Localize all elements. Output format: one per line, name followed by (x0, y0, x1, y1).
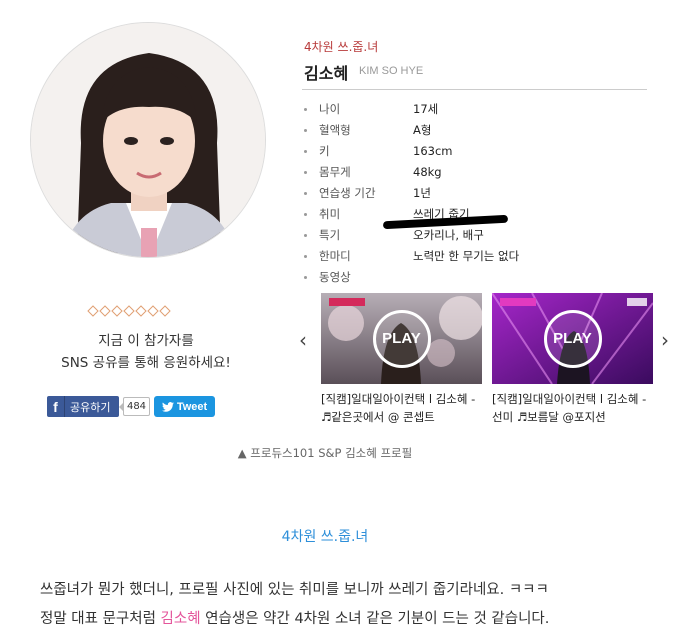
info-value: 48kg (413, 165, 442, 179)
info-value: 163cm (413, 144, 453, 158)
info-row-age: 나이 17세 (304, 99, 438, 119)
info-label: 특기 (319, 228, 341, 242)
carousel-prev-arrow[interactable]: ‹ (299, 328, 307, 352)
article-heading: 4차원 쓰.줍.녀 (281, 529, 369, 545)
profile-name: 김소혜 (304, 64, 349, 83)
info-label: 한마디 (319, 249, 351, 263)
info-label: 동영상 (319, 270, 351, 284)
tweet-label: Tweet (176, 400, 208, 413)
decorative-divider (87, 305, 171, 317)
info-value: 17세 (413, 102, 439, 116)
play-button[interactable]: PLAY (543, 309, 602, 368)
article-line-1: 쓰줍녀가 뭔가 했더니, 프로필 사진에 있는 취미를 보니까 쓰레기 줍기라네… (40, 582, 549, 598)
facebook-share-label: 공유하기 (70, 400, 111, 414)
video-thumbnail-1[interactable]: PLAY (321, 293, 482, 384)
article-line-2: 정말 대표 문구처럼 김소혜 연습생은 약간 4차원 소녀 같은 기분이 드는 … (40, 607, 549, 628)
twitter-bird-icon (161, 401, 174, 412)
facebook-share-button[interactable]: f 공유하기 (47, 396, 119, 417)
profile-divider (302, 89, 647, 90)
info-row-weight: 몸무게 48kg (304, 162, 442, 182)
share-prompt-line2: SNS 공유를 통해 응원하세요! (61, 355, 231, 371)
info-row-video: 동영상 (304, 267, 413, 287)
profile-subtitle: 4차원 쓰.줍.녀 (304, 40, 379, 54)
video-title-2[interactable]: [직캠]일대일아이컨택 l 김소혜 - 선미 ♬보름달 @포지션 (492, 390, 652, 426)
info-value: 1년 (413, 186, 431, 200)
info-label: 키 (319, 144, 330, 158)
share-prompt-line1: 지금 이 참가자를 (98, 333, 194, 349)
video-title-1[interactable]: [직캠]일대일아이컨택 l 김소혜 - ♬같은곳에서 @ 콘셉트 (321, 390, 481, 426)
video-thumbnail-2[interactable]: PLAY (492, 293, 653, 384)
profile-name-english: KIM SO HYE (359, 65, 424, 77)
profile-photo (30, 22, 266, 258)
bullet (304, 212, 307, 216)
info-label: 연습생 기간 (319, 186, 376, 200)
info-label: 혈액형 (319, 123, 351, 137)
highlighted-name: 김소혜 (160, 611, 201, 627)
carousel-next-arrow[interactable]: › (661, 328, 669, 352)
info-row-trainee-period: 연습생 기간 1년 (304, 183, 431, 203)
info-label: 몸무게 (319, 165, 351, 179)
article-text: 연습생은 약간 4차원 소녀 같은 기분이 드는 것 같습니다. (200, 611, 550, 627)
facebook-icon: f (47, 396, 65, 417)
info-value: 노력만 한 무기는 없다 (413, 249, 520, 263)
share-prompt: 지금 이 참가자를 SNS 공유를 통해 응원하세요! (30, 330, 262, 374)
bullet (304, 275, 307, 279)
article-text: 정말 대표 문구처럼 (40, 611, 161, 627)
info-row-height: 키 163cm (304, 141, 452, 161)
bullet (304, 149, 307, 153)
bullet (304, 254, 307, 258)
image-caption: ▲ 프로듀스101 S&P 김소혜 프로필 (237, 446, 413, 460)
tweet-button[interactable]: Tweet (154, 396, 215, 417)
info-value: A형 (413, 123, 432, 137)
bullet (304, 170, 307, 174)
info-row-blood-type: 혈액형 A형 (304, 120, 431, 140)
bullet (304, 128, 307, 132)
info-value: 오카리나, 배구 (413, 228, 484, 242)
facebook-share-count: 484 (119, 397, 150, 416)
play-button[interactable]: PLAY (372, 309, 431, 368)
bullet (304, 191, 307, 195)
info-label: 나이 (319, 102, 341, 116)
bullet (304, 233, 307, 237)
bullet (304, 107, 307, 111)
info-row-motto: 한마디 노력만 한 무기는 없다 (304, 246, 519, 266)
